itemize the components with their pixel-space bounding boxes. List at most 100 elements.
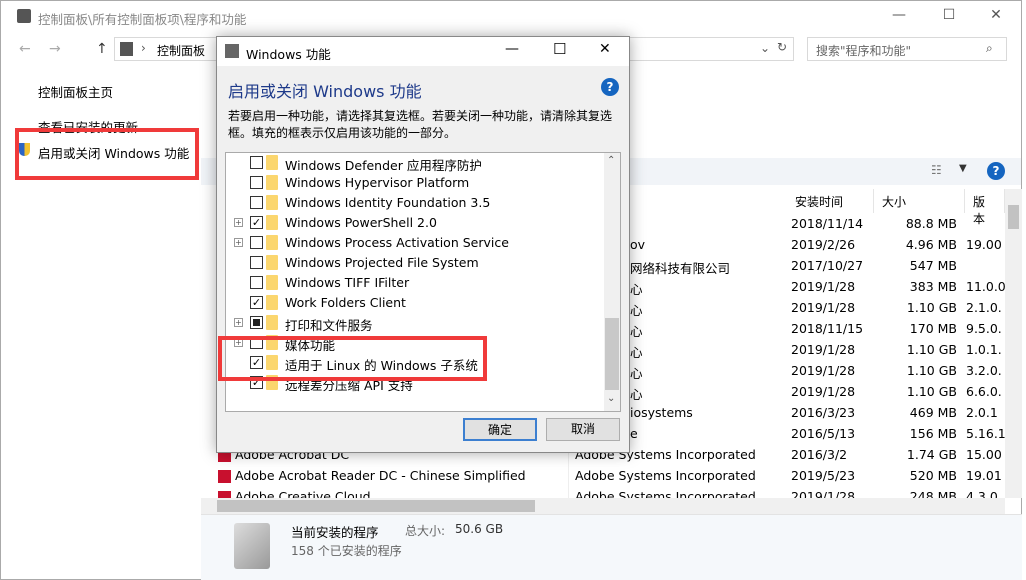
vertical-scrollbar[interactable] [1005,189,1022,498]
feature-label: Windows Hypervisor Platform [285,175,470,190]
feature-checkbox[interactable] [250,156,263,169]
version: 2.0.1 [966,405,998,420]
windows-features-icon [225,44,239,58]
version: 15.00 [966,447,1002,462]
dialog-heading: 启用或关闭 Windows 功能 [228,82,422,101]
table-row[interactable]: Adobe Acrobat Reader DC - Chinese Simpli… [201,466,1005,487]
link-control-panel-home[interactable]: 控制面板主页 [38,82,113,101]
folder-icon [266,175,278,190]
size: 547 MB [909,258,957,273]
version: 11.0.0 [966,279,1006,294]
feature-checkbox[interactable] [250,196,263,209]
list-scrollbar[interactable]: ⌃ ⌄ [604,153,620,411]
size: 88.8 MB [905,216,957,231]
publisher: iosystems [630,405,693,420]
dialog-title: Windows 功能 [246,47,331,62]
up-button[interactable]: ↑ [96,41,108,57]
feature-item[interactable]: + 打印和文件服务 [226,313,606,333]
version: 3.2.0. [966,363,1002,378]
folder-icon [266,275,278,290]
help-icon[interactable]: ? [987,162,1005,180]
breadcrumb[interactable]: 控制面板 [157,42,205,59]
install-date: 2019/1/28 [791,300,856,315]
chevron-down-icon[interactable]: ⌄ [760,41,770,55]
ok-button[interactable]: 确定 [463,418,537,441]
scrollbar-thumb[interactable] [605,318,619,390]
publisher: e [630,426,638,441]
feature-label: Windows PowerShell 2.0 [285,215,437,230]
feature-label: 打印和文件服务 [285,318,373,333]
refresh-icon[interactable]: ↻ [777,40,787,54]
expand-icon[interactable]: + [234,318,243,327]
size: 469 MB [909,405,957,420]
scrollbar-thumb[interactable] [1008,205,1019,229]
chevron-right-icon: › [141,41,146,55]
control-panel-icon [120,42,133,56]
install-date: 2019/1/28 [791,384,856,399]
folder-icon [266,215,278,230]
column-header-date[interactable]: 安装时间 [787,189,874,213]
feature-checkbox[interactable] [250,316,263,329]
column-header-version[interactable]: 版本 [965,189,1005,226]
scroll-down-icon[interactable]: ⌄ [607,393,615,404]
maximize-button[interactable]: ☐ [934,7,964,27]
install-date: 2017/10/27 [791,258,864,273]
publisher: 心 [630,387,643,402]
folder-icon [266,315,278,330]
folder-icon [266,295,278,310]
close-button[interactable]: ✕ [599,41,611,57]
total-size-label: 总大小: [405,524,446,538]
forward-button[interactable]: → [49,41,61,57]
folder-icon [266,155,278,170]
back-button[interactable]: ← [19,41,31,57]
feature-item[interactable]: + ✓ Windows PowerShell 2.0 [226,213,606,233]
publisher: 网络科技有限公司 [630,261,731,276]
close-button[interactable]: ✕ [981,7,1011,27]
dialog-title-bar: Windows 功能 — ☐ ✕ [217,37,629,66]
size: 170 MB [909,321,957,336]
install-date: 2018/11/14 [791,216,864,231]
feature-label: Windows Projected File System [285,255,479,270]
install-date: 2019/5/23 [791,468,856,483]
view-options-icon[interactable]: ☷ [931,163,942,177]
feature-item[interactable]: Windows Defender 应用程序防护 [226,153,606,173]
feature-label: Windows Process Activation Service [285,235,509,250]
feature-checkbox[interactable]: ✓ [250,296,263,309]
version: 2.1.0. [966,300,1002,315]
window-title: 控制面板\所有控制面板项\程序和功能 [38,12,247,27]
feature-label: Windows Defender 应用程序防护 [285,158,482,173]
feature-item[interactable]: Windows Identity Foundation 3.5 [226,193,606,213]
feature-item[interactable]: Windows TIFF IFilter [226,273,606,293]
maximize-button[interactable]: ☐ [553,40,566,58]
feature-checkbox[interactable] [250,276,263,289]
feature-item[interactable]: + Windows Process Activation Service [226,233,606,253]
feature-checkbox[interactable] [250,176,263,189]
publisher: ov [630,237,646,252]
install-date: 2016/3/2 [791,447,848,462]
program-count: 158 个已安装的程序 [291,544,402,558]
install-date: 2019/1/28 [791,363,856,378]
feature-checkbox[interactable] [250,256,263,269]
scrollbar-thumb[interactable] [217,500,535,512]
windows-features-dialog: Windows 功能 — ☐ ✕ 启用或关闭 Windows 功能 ? 若要启用… [216,36,630,453]
minimize-button[interactable]: — [505,41,519,57]
help-icon[interactable]: ? [601,78,619,96]
horizontal-scrollbar[interactable] [201,498,1005,514]
cancel-button[interactable]: 取消 [546,418,620,441]
expand-icon[interactable]: + [234,218,243,227]
caret-down-icon[interactable]: ▼ [959,163,967,174]
control-panel-icon [17,9,31,23]
version: 19.00 [966,237,1002,252]
feature-item[interactable]: Windows Hypervisor Platform [226,173,606,193]
publisher: 心 [630,303,643,318]
feature-item[interactable]: ✓ Work Folders Client [226,293,606,313]
column-header-size[interactable]: 大小 [874,189,965,213]
minimize-button[interactable]: — [884,7,914,27]
publisher: 心 [630,324,643,339]
feature-checkbox[interactable] [250,236,263,249]
feature-checkbox[interactable]: ✓ [250,216,263,229]
expand-icon[interactable]: + [234,238,243,247]
search-input[interactable]: 搜索"程序和功能" [807,37,1007,61]
scroll-up-icon[interactable]: ⌃ [607,155,615,166]
feature-item[interactable]: Windows Projected File System [226,253,606,273]
